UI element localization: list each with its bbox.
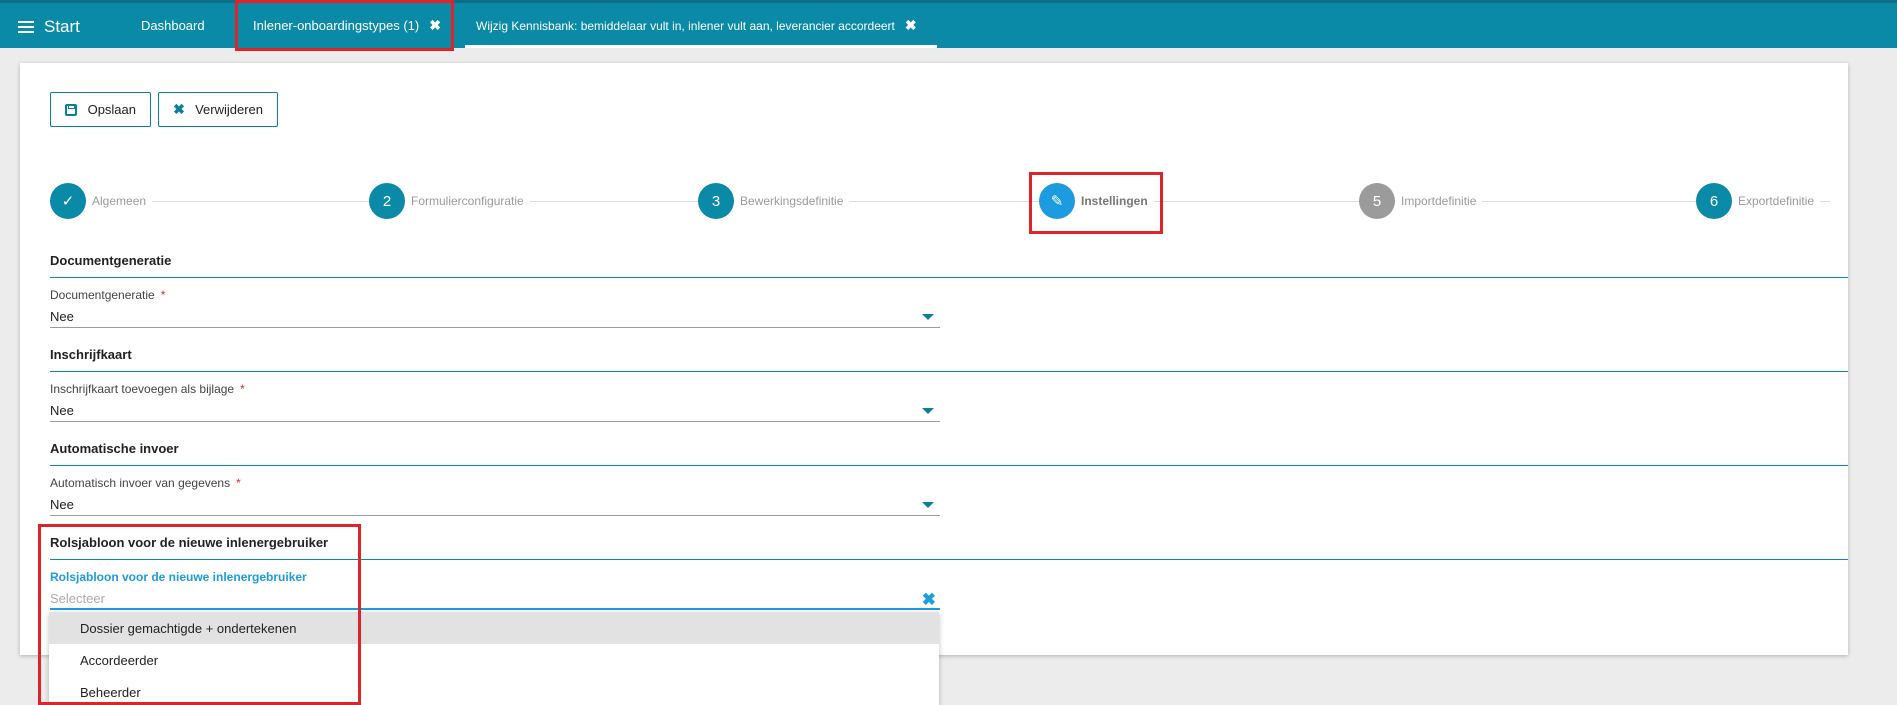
automatische-invoer-select[interactable]: Nee bbox=[50, 494, 940, 516]
close-tab-icon[interactable]: ✖ bbox=[429, 17, 441, 34]
edit-form-card: Opslaan ✖ Verwijderen ✓ Algemeen 2 Formu… bbox=[20, 63, 1848, 655]
delete-button-label: Verwijderen bbox=[195, 102, 263, 117]
step-number: 2 bbox=[369, 183, 405, 219]
checkmark-icon: ✓ bbox=[50, 183, 86, 219]
inschrijfkaart-field: Inschrijfkaart toevoegen als bijlage * Ne… bbox=[50, 382, 940, 422]
step-formulierconfiguratie[interactable]: 2 Formulierconfiguratie bbox=[369, 183, 530, 219]
chevron-down-icon[interactable] bbox=[922, 314, 934, 320]
list-item[interactable]: Accordeerder bbox=[49, 644, 939, 676]
rolsjabloon-dropdown-list: Dossier gemachtigde + ondertekenen Accor… bbox=[49, 612, 939, 705]
top-navigation-bar: Start Dashboard Inlener-onboardingstypes… bbox=[0, 0, 1897, 48]
step-label: Algemeen bbox=[92, 194, 147, 208]
save-button-label: Opslaan bbox=[87, 102, 136, 117]
step-importdefinitie[interactable]: 5 Importdefinitie bbox=[1359, 183, 1483, 219]
step-instellingen[interactable]: ✎ Instellingen bbox=[1039, 183, 1154, 219]
field-label: Automatisch invoer van gegevens * bbox=[50, 476, 241, 490]
list-item[interactable]: Dossier gemachtigde + ondertekenen bbox=[49, 612, 939, 644]
hamburger-menu-icon bbox=[18, 20, 34, 34]
chevron-down-icon[interactable] bbox=[922, 502, 934, 508]
selected-value: Nee bbox=[50, 497, 74, 512]
step-label: Instellingen bbox=[1081, 194, 1148, 208]
list-item[interactable]: Beheerder bbox=[49, 676, 939, 705]
step-label: Exportdefinitie bbox=[1738, 194, 1815, 208]
field-label: Documentgeneratie * bbox=[50, 288, 166, 302]
section-title-automatische-invoer: Automatische invoer bbox=[50, 441, 1848, 466]
close-tab-icon[interactable]: ✖ bbox=[905, 17, 917, 34]
step-number: 5 bbox=[1359, 183, 1395, 219]
field-label: Rolsjabloon voor de nieuwe inlenergebrui… bbox=[50, 570, 307, 584]
section-title-rolsjabloon: Rolsjabloon voor de nieuwe inlenergebrui… bbox=[50, 535, 1848, 560]
wizard-stepper: ✓ Algemeen 2 Formulierconfiguratie 3 Bew… bbox=[50, 183, 1836, 219]
required-marker: * bbox=[240, 382, 245, 396]
save-button[interactable]: Opslaan bbox=[50, 92, 151, 127]
tab-wijzig-kennisbank-label: Wijzig Kennisbank: bemiddelaar vult in, … bbox=[476, 18, 895, 33]
selected-value: Nee bbox=[50, 309, 74, 324]
cross-icon: ✖ bbox=[173, 101, 185, 117]
field-label: Inschrijfkaart toevoegen als bijlage * bbox=[50, 382, 245, 396]
start-menu-button[interactable]: Start bbox=[18, 15, 80, 39]
selected-value: Nee bbox=[50, 403, 74, 418]
step-bewerkingsdefinitie[interactable]: 3 Bewerkingsdefinitie bbox=[698, 183, 850, 219]
documentgeneratie-select[interactable]: Nee bbox=[50, 306, 940, 328]
rolsjabloon-select-input[interactable]: Selecteer ✖ bbox=[50, 588, 940, 610]
start-menu-label: Start bbox=[44, 17, 80, 36]
required-marker: * bbox=[160, 288, 166, 302]
step-label: Bewerkingsdefinitie bbox=[740, 194, 844, 208]
step-number: 3 bbox=[698, 183, 734, 219]
step-number: 6 bbox=[1696, 183, 1732, 219]
section-title-inschrijfkaart: Inschrijfkaart bbox=[50, 347, 1848, 372]
automatische-invoer-field: Automatisch invoer van gegevens * Nee bbox=[50, 476, 940, 516]
floppy-disk-icon bbox=[65, 103, 78, 117]
stepper-connector-line bbox=[90, 201, 1830, 202]
select-placeholder: Selecteer bbox=[50, 590, 105, 606]
step-exportdefinitie[interactable]: 6 Exportdefinitie bbox=[1696, 183, 1821, 219]
chevron-down-icon[interactable] bbox=[922, 408, 934, 414]
section-title-documentgeneratie: Documentgeneratie bbox=[50, 253, 1848, 278]
tab-inlener-onboardingstypes-label: Inlener-onboardingstypes (1) bbox=[253, 18, 420, 33]
tab-dashboard-label: Dashboard bbox=[141, 18, 205, 33]
rolsjabloon-field: Rolsjabloon voor de nieuwe inlenergebrui… bbox=[50, 570, 940, 610]
tab-dashboard[interactable]: Dashboard bbox=[141, 3, 205, 48]
pencil-icon: ✎ bbox=[1039, 183, 1075, 219]
tab-wijzig-kennisbank[interactable]: Wijzig Kennisbank: bemiddelaar vult in, … bbox=[465, 3, 937, 48]
step-label: Importdefinitie bbox=[1401, 194, 1477, 208]
step-algemeen[interactable]: ✓ Algemeen bbox=[50, 183, 153, 219]
documentgeneratie-field: Documentgeneratie * Nee bbox=[50, 288, 940, 328]
delete-button[interactable]: ✖ Verwijderen bbox=[158, 92, 278, 127]
clear-selection-icon[interactable]: ✖ bbox=[922, 590, 936, 610]
step-label: Formulierconfiguratie bbox=[411, 194, 524, 208]
inschrijfkaart-select[interactable]: Nee bbox=[50, 400, 940, 422]
tab-inlener-onboardingstypes[interactable]: Inlener-onboardingstypes (1) ✖ bbox=[253, 3, 441, 48]
required-marker: * bbox=[236, 476, 241, 490]
